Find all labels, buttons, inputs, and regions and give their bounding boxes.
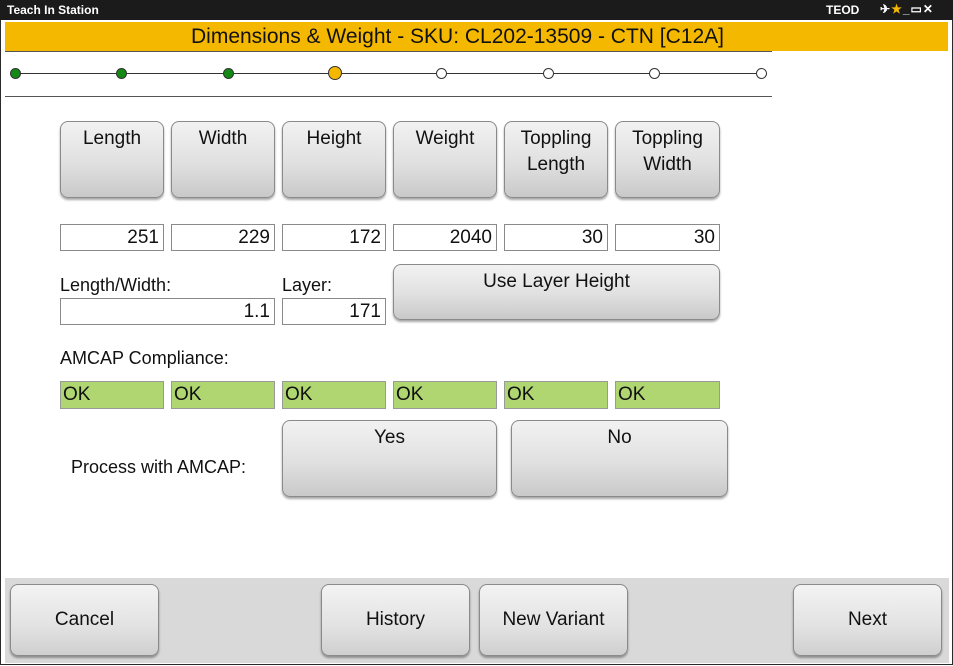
toppling-length-field[interactable]: 30 xyxy=(504,224,608,251)
button-label: Toppling xyxy=(520,128,592,149)
button-label: Weight xyxy=(415,128,475,149)
new-variant-button[interactable]: New Variant xyxy=(479,584,628,656)
user-name: TEOD xyxy=(826,3,860,17)
restore-icon[interactable]: ▭ xyxy=(911,2,923,16)
app-title: Teach In Station xyxy=(7,3,99,17)
window-controls[interactable]: ✈★_▭✕ xyxy=(880,2,934,16)
amcap-status-toppling-length: OK xyxy=(504,381,608,409)
history-button[interactable]: History xyxy=(321,584,470,656)
width-button[interactable]: Width xyxy=(171,121,275,198)
cancel-button[interactable]: Cancel xyxy=(10,584,159,656)
close-icon[interactable]: ✕ xyxy=(923,2,934,16)
toppling-width-button[interactable]: Toppling Width xyxy=(615,121,720,198)
window-titlebar: Teach In Station TEOD ✈★_▭✕ xyxy=(0,0,953,20)
layer-label: Layer: xyxy=(282,275,333,295)
layer-field[interactable]: 171 xyxy=(282,298,386,325)
process-with-amcap-label: Process with AMCAP: xyxy=(71,457,247,477)
toppling-width-field[interactable]: 30 xyxy=(615,224,720,251)
divider xyxy=(5,96,772,97)
toppling-length-button[interactable]: Toppling Length xyxy=(504,121,608,198)
progress-step-done xyxy=(116,68,127,79)
weight-field[interactable]: 2040 xyxy=(393,224,497,251)
progress-step-pending xyxy=(543,68,554,79)
width-field[interactable]: 229 xyxy=(171,224,275,251)
amcap-status-length: OK xyxy=(60,381,164,409)
amcap-status-weight: OK xyxy=(393,381,497,409)
minimize-icon[interactable]: _ xyxy=(903,2,911,16)
divider xyxy=(5,51,772,52)
window-frame xyxy=(0,20,953,665)
button-label: Length xyxy=(526,154,586,175)
height-field[interactable]: 172 xyxy=(282,224,386,251)
length-width-label: Length/Width: xyxy=(60,275,172,295)
progress-step-pending xyxy=(649,68,660,79)
button-label: Width xyxy=(643,154,692,175)
length-width-field[interactable]: 1.1 xyxy=(60,298,275,325)
use-layer-height-button[interactable]: Use Layer Height xyxy=(393,264,720,320)
amcap-status-height: OK xyxy=(282,381,386,409)
no-button[interactable]: No xyxy=(511,420,728,497)
length-field[interactable]: 251 xyxy=(60,224,164,251)
button-label: Height xyxy=(306,128,362,149)
button-label: Length xyxy=(82,128,142,149)
amcap-compliance-label: AMCAP Compliance: xyxy=(60,348,229,368)
length-button[interactable]: Length xyxy=(60,121,164,198)
progress-step-done xyxy=(10,68,21,79)
amcap-status-toppling-width: OK xyxy=(615,381,720,409)
next-button[interactable]: Next xyxy=(793,584,942,656)
yes-button[interactable]: Yes xyxy=(282,420,497,497)
height-button[interactable]: Height xyxy=(282,121,386,198)
button-label: Width xyxy=(198,128,248,149)
page-title: Dimensions & Weight - SKU: CL202-13509 -… xyxy=(191,25,724,48)
pin-icon[interactable]: ✈ xyxy=(880,2,891,16)
star-icon[interactable]: ★ xyxy=(891,2,903,16)
progress-step-done xyxy=(223,68,234,79)
page-header: Dimensions & Weight - SKU: CL202-13509 -… xyxy=(5,22,948,51)
progress-step-pending xyxy=(756,68,767,79)
progress-step-current xyxy=(328,66,342,80)
weight-button[interactable]: Weight xyxy=(393,121,497,198)
amcap-status-width: OK xyxy=(171,381,275,409)
progress-step-pending xyxy=(436,68,447,79)
button-label: Toppling xyxy=(632,128,703,149)
